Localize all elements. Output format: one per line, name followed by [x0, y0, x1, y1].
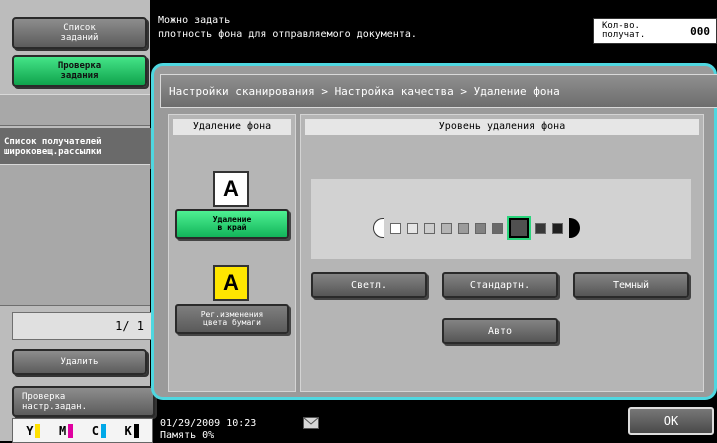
status-bar: 01/29/2009 10:23 Память 0% — [160, 418, 257, 441]
edge-erase-button[interactable]: Удаление в край — [175, 209, 289, 239]
sidebar-list-area — [0, 164, 150, 306]
check-settings-label: Проверка настр.задан. — [22, 391, 88, 412]
level-step[interactable] — [458, 222, 469, 234]
level-step[interactable] — [475, 222, 486, 234]
paper-color-button[interactable]: Рег.изменения цвета бумаги — [175, 304, 289, 334]
level-step[interactable] — [424, 222, 435, 234]
mail-icon — [303, 414, 319, 429]
paper-color-label: Рег.изменения цвета бумаги — [200, 310, 264, 327]
level-scale — [373, 216, 580, 240]
toner-m: M — [59, 423, 74, 438]
scale-dark-end — [569, 218, 580, 238]
sidebar-panel — [0, 94, 150, 126]
job-list-label: Список заданий — [60, 23, 99, 43]
toner-letter: Y — [26, 423, 34, 438]
header-message: Можно задать плотность фона для отправля… — [158, 15, 417, 40]
bg-removal-column: Удаление фона A Удаление в край A Рег.из… — [168, 114, 296, 392]
level-step[interactable] — [492, 222, 503, 234]
recipients-list-label: Список получателей широковещ.рассылки — [4, 137, 102, 157]
delete-label: Удалить — [60, 357, 99, 367]
auto-button[interactable]: Авто — [442, 318, 558, 344]
toner-bar — [35, 423, 41, 438]
toner-levels: YMCK — [12, 418, 153, 443]
dark-label: Темный — [612, 279, 650, 291]
toner-bar — [133, 423, 139, 438]
light-button[interactable]: Светл. — [311, 272, 427, 298]
toner-letter: C — [91, 423, 99, 438]
standard-label: Стандартн. — [469, 279, 531, 291]
toner-bar — [68, 423, 74, 438]
level-step[interactable] — [407, 222, 418, 234]
job-check-button[interactable]: Проверка задания — [12, 55, 147, 87]
light-label: Светл. — [350, 279, 388, 291]
level-step-selected[interactable] — [507, 216, 531, 240]
recipients-list-tab[interactable]: Список получателей широковещ.рассылки — [0, 128, 158, 169]
toner-bar — [100, 423, 106, 438]
job-check-label: Проверка задания — [57, 61, 102, 81]
header: Можно задать плотность фона для отправля… — [150, 0, 717, 60]
job-list-button[interactable]: Список заданий — [12, 17, 147, 49]
toner-letter: M — [59, 423, 67, 438]
ok-label: OK — [663, 414, 679, 428]
level-step[interactable] — [441, 222, 452, 234]
level-header: Уровень удаления фона — [305, 119, 699, 135]
sidebar: Список заданий Проверка задания Список п… — [0, 0, 163, 443]
level-column: Уровень удаления фона Светл. Стандартн. … — [300, 114, 704, 392]
copies-value: 000 — [690, 24, 710, 38]
toner-k: K — [124, 423, 139, 438]
check-settings-button[interactable]: Проверка настр.задан. — [12, 386, 155, 417]
ok-button[interactable]: OK — [628, 407, 714, 435]
standard-button[interactable]: Стандартн. — [442, 272, 558, 298]
bg-removal-header: Удаление фона — [173, 119, 291, 135]
edge-erase-label: Удаление в край — [212, 215, 252, 232]
level-step[interactable] — [390, 222, 401, 234]
dark-button[interactable]: Темный — [573, 272, 689, 298]
delete-button[interactable]: Удалить — [12, 349, 147, 375]
toner-c: C — [91, 423, 106, 438]
paper-color-icon: A — [213, 265, 249, 301]
page-indicator-text: 1/ 1 — [115, 319, 144, 333]
level-step[interactable] — [552, 222, 563, 234]
page-indicator: 1/ 1 — [12, 312, 163, 340]
copies-counter: Кол-во. получат. 000 — [593, 18, 717, 44]
breadcrumb: Настройки сканирования > Настройка качес… — [160, 74, 717, 108]
toner-y: Y — [26, 423, 41, 438]
level-scale-area — [311, 179, 691, 259]
toner-letter: K — [124, 423, 132, 438]
scale-light-end — [373, 218, 384, 238]
auto-label: Авто — [487, 325, 513, 337]
copies-label: Кол-во. получат. — [602, 21, 646, 40]
main-panel: Настройки сканирования > Настройка качес… — [151, 63, 717, 400]
edge-erase-icon: A — [213, 171, 249, 207]
level-step[interactable] — [535, 222, 546, 234]
